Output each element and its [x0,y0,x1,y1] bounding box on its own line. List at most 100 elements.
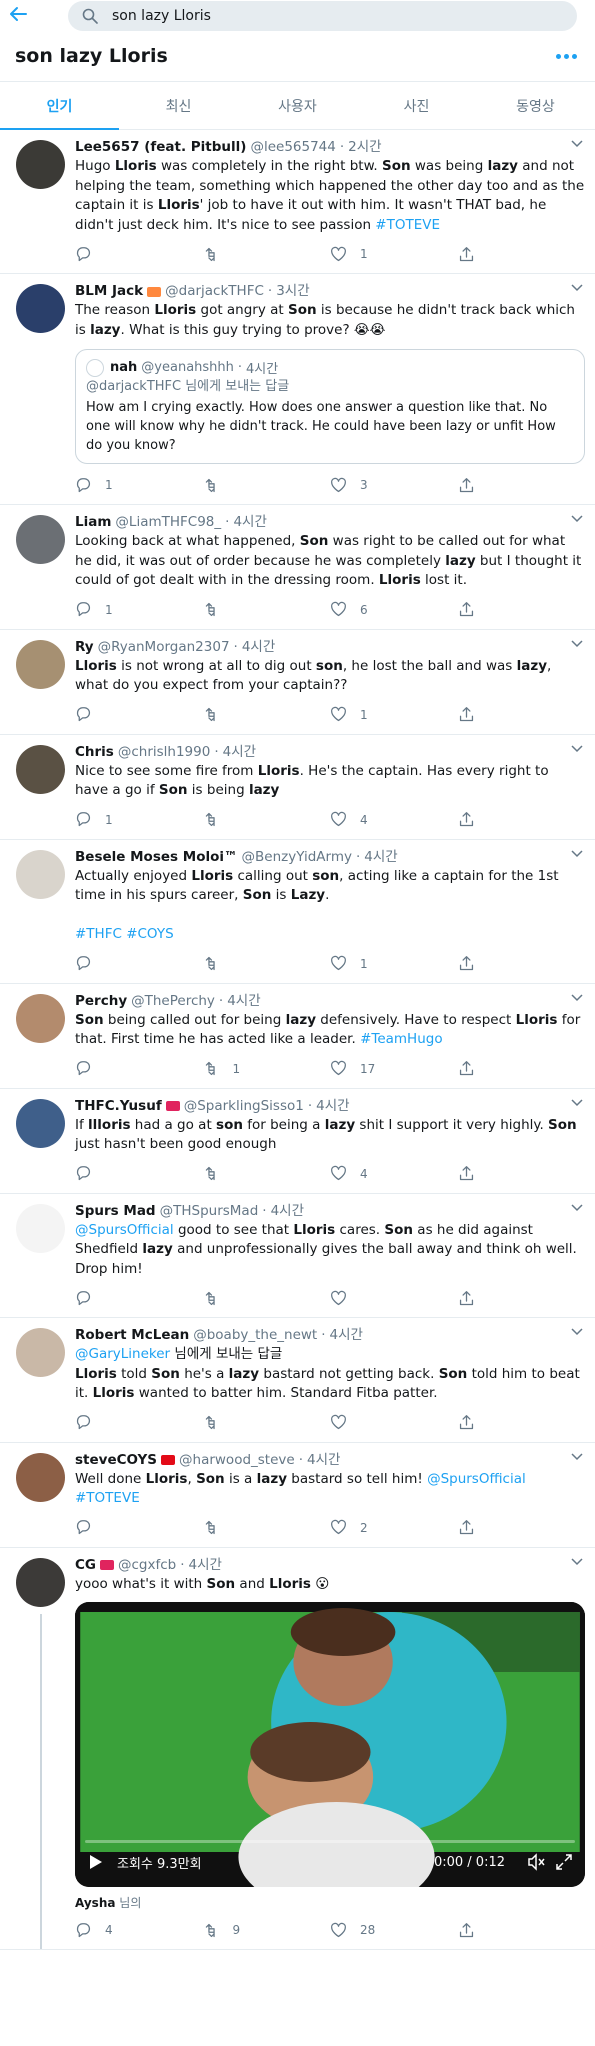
reply-button[interactable] [75,1519,203,1536]
fullscreen-icon[interactable] [555,1853,573,1871]
chevron-down-icon[interactable] [571,1452,583,1461]
reply-button[interactable]: 1 [75,601,203,618]
reply-button[interactable] [75,706,203,723]
share-button[interactable] [458,1165,586,1182]
tweet-card[interactable]: Chris @chrislh1990 · 4시간 Nice to see some fi… [0,735,595,840]
chevron-down-icon[interactable] [571,993,583,1002]
chevron-down-icon[interactable] [571,1328,583,1336]
share-button[interactable] [458,1414,586,1431]
hashtag-link[interactable]: #TOTEVE [375,217,440,233]
reply-button[interactable]: 1 [75,477,203,494]
chevron-down-icon[interactable] [571,515,583,523]
author-handle[interactable]: @lee565744 [250,138,335,157]
avatar[interactable] [16,1098,65,1148]
reply-button[interactable] [75,955,203,972]
tweet-card[interactable]: THFC.Yusuf @SparklingSisso1 · 4시간 If llloris… [0,1089,595,1194]
chevron-down-icon[interactable] [571,284,583,292]
avatar[interactable] [16,1557,65,1607]
tab-top[interactable]: 인기 [0,82,119,130]
timestamp[interactable]: 4시간 [189,1556,222,1575]
retweet-button[interactable] [203,1519,331,1536]
share-button[interactable] [458,706,586,723]
author-name[interactable]: THFC.Yusuf [75,1097,162,1116]
tab-photos[interactable]: 사진 [357,82,476,129]
like-button[interactable] [330,1290,458,1307]
like-button[interactable]: 4 [330,811,458,828]
avatar[interactable] [16,849,65,899]
author-name[interactable]: Robert McLean [75,1326,189,1345]
chevron-down-icon[interactable] [571,1098,583,1107]
author-handle[interactable]: @SparklingSisso1 [184,1097,304,1116]
timestamp[interactable]: 4시간 [307,1451,340,1470]
author-name[interactable]: CG [75,1556,96,1575]
avatar[interactable] [16,140,65,189]
like-button[interactable]: 28 [330,1922,458,1939]
tweet-card[interactable]: Spurs Mad @THSpursMad · 4시간 @SpursOfficial g… [0,1194,595,1318]
reply-button[interactable] [75,1414,203,1431]
back-arrow-icon[interactable] [8,4,38,28]
tweet-card[interactable]: steveCOYS @harwood_steve · 4시간 Well done Llo… [0,1443,595,1548]
share-button[interactable] [458,1060,586,1077]
retweet-button[interactable]: 9 [203,1922,331,1939]
hashtag-link[interactable]: #TOTEVE [75,1490,140,1506]
avatar[interactable] [16,1328,65,1377]
tab-latest[interactable]: 최신 [119,82,238,129]
like-button[interactable]: 6 [330,601,458,618]
author-name[interactable]: BLM Jack [75,282,143,301]
mute-icon[interactable] [527,1853,545,1871]
author-name[interactable]: Lee5657 (feat. Pitbull) [75,138,246,157]
avatar[interactable] [16,993,65,1043]
quoted-tweet[interactable]: nah @yeanahshhh · 4시간 @darjackTHFC 님에게 보내는 답… [75,349,585,464]
retweet-button[interactable] [203,811,331,828]
avatar[interactable] [16,515,65,564]
tweet-card[interactable]: Robert McLean @boaby_the_newt · 4시간 @GaryLin… [0,1318,595,1443]
retweet-button[interactable] [203,477,331,494]
timestamp[interactable]: 2시간 [348,138,381,157]
hashtag-link[interactable]: @SpursOfficial [75,1222,174,1238]
timestamp[interactable]: 4시간 [364,848,397,867]
share-button[interactable] [458,811,586,828]
author-handle[interactable]: @harwood_steve [179,1451,295,1470]
timestamp[interactable]: 4시간 [330,1326,363,1345]
reply-button[interactable] [75,1060,203,1077]
tweet-card[interactable]: Ry @RyanMorgan2307 · 4시간 Lloris is not wrong… [0,630,595,735]
chevron-down-icon[interactable] [571,1203,583,1212]
retweet-button[interactable] [203,1165,331,1182]
retweet-button[interactable] [203,1290,331,1307]
retweet-button[interactable] [203,601,331,618]
like-button[interactable]: 4 [330,1165,458,1182]
like-button[interactable]: 3 [330,477,458,494]
tweet-card[interactable]: Perchy @ThePerchy · 4시간 Son being called out… [0,984,595,1089]
tweet-card[interactable]: Lee5657 (feat. Pitbull) @lee565744 · 2시간 Hug… [0,130,595,274]
author-handle[interactable]: @boaby_the_newt [193,1326,317,1345]
author-handle[interactable]: @LiamTHFC98_ [115,513,221,532]
author-name[interactable]: Besele Moses Moloi™ [75,848,238,867]
timestamp[interactable]: 3시간 [276,282,309,301]
reply-button[interactable] [75,1165,203,1182]
liked-by-name[interactable]: Aysha [75,1896,115,1910]
timestamp[interactable]: 4시간 [316,1097,349,1116]
search-input[interactable]: son lazy Lloris [68,0,577,31]
author-name[interactable]: Spurs Mad [75,1202,156,1221]
retweet-button[interactable] [203,246,331,263]
chevron-down-icon[interactable] [571,1557,583,1566]
timestamp[interactable]: 4시간 [271,1202,304,1221]
timestamp[interactable]: 4시간 [233,513,266,532]
author-name[interactable]: Ry [75,638,94,657]
chevron-down-icon[interactable] [571,744,583,753]
author-handle[interactable]: @RyanMorgan2307 [98,638,230,657]
retweet-button[interactable] [203,955,331,972]
timestamp[interactable]: 4시간 [242,638,275,657]
avatar[interactable] [16,639,65,689]
like-button[interactable]: 2 [330,1519,458,1536]
author-name[interactable]: Liam [75,513,111,532]
tweet-card[interactable]: Besele Moses Moloi™ @BenzyYidArmy · 4시간 Actu… [0,840,595,984]
retweet-button[interactable] [203,706,331,723]
author-name[interactable]: steveCOYS [75,1451,157,1470]
like-button[interactable]: 1 [330,706,458,723]
chevron-down-icon[interactable] [571,140,583,148]
retweet-button[interactable] [203,1414,331,1431]
like-button[interactable]: 1 [330,955,458,972]
share-button[interactable] [458,246,586,263]
reply-button[interactable] [75,246,203,263]
